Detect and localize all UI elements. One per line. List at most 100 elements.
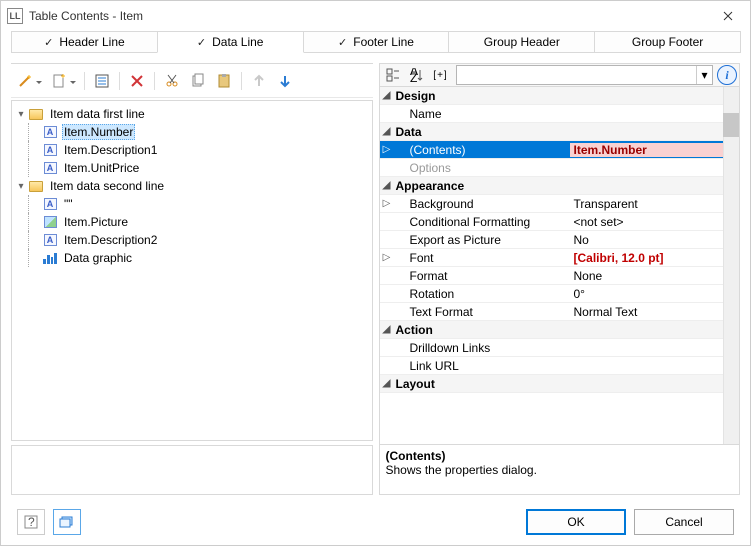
move-down-button[interactable] <box>273 69 297 93</box>
tab-footer-line[interactable]: Footer Line <box>303 31 450 53</box>
description-heading: (Contents) <box>386 449 734 463</box>
content-area: ▾ Item data first line A Item.Number A I… <box>1 53 750 499</box>
properties-button[interactable] <box>90 69 114 93</box>
prop-row[interactable]: ▷Font[Calibri, 12.0 pt] <box>380 249 724 267</box>
property-grid[interactable]: ◢Design Name ◢Data ▷(Contents)Item.Numbe… <box>379 87 741 445</box>
dropdown-icon[interactable]: ▾ <box>696 66 712 84</box>
new-item-button[interactable] <box>47 69 79 93</box>
prop-category[interactable]: ◢Appearance <box>380 177 724 195</box>
prop-row[interactable]: Name <box>380 105 724 123</box>
titlebar: LL Table Contents - Item <box>1 1 750 31</box>
page-sparkle-icon <box>51 73 67 89</box>
scrollbar[interactable] <box>723 87 739 444</box>
folder-icon <box>28 106 44 122</box>
tree-label: Item.Description1 <box>62 143 159 157</box>
tree-label: Item data second line <box>48 179 166 193</box>
copy-button[interactable] <box>186 69 210 93</box>
help-button[interactable]: ? <box>17 509 45 535</box>
new-magic-button[interactable] <box>13 69 45 93</box>
tree-item[interactable]: A "" <box>14 195 370 213</box>
move-up-button[interactable] <box>247 69 271 93</box>
prop-row[interactable]: Drilldown Links <box>380 339 724 357</box>
sort-az-icon: AZ <box>410 68 424 82</box>
tab-data-line[interactable]: Data Line <box>157 31 304 53</box>
delete-x-icon <box>129 73 145 89</box>
expand-icon[interactable]: ▷ <box>380 144 394 155</box>
collapse-icon[interactable]: ◢ <box>380 126 394 137</box>
separator <box>154 72 155 90</box>
folder-icon <box>28 178 44 194</box>
tree-item[interactable]: A Item.Number <box>14 123 370 141</box>
chart-icon <box>42 250 58 266</box>
info-button[interactable]: i <box>717 65 737 85</box>
wand-icon <box>17 73 33 89</box>
ok-button[interactable]: OK <box>526 509 626 535</box>
collapse-icon[interactable]: ◢ <box>380 324 394 335</box>
left-toolbar <box>11 64 373 98</box>
tab-label: Footer Line <box>353 35 414 49</box>
expand-icon[interactable]: ▷ <box>380 252 394 263</box>
help-icon: ? <box>23 514 39 530</box>
tree-group[interactable]: ▾ Item data first line <box>14 105 370 123</box>
cancel-button[interactable]: Cancel <box>634 509 734 535</box>
collapse-icon[interactable]: ▾ <box>14 109 28 120</box>
tab-label: Data Line <box>212 35 263 49</box>
right-pane: AZ [+] ▾ i ◢Design Name ◢Data ▷(Contents… <box>379 63 741 495</box>
layers-button[interactable] <box>53 509 81 535</box>
button-label: OK <box>567 515 584 529</box>
tab-group-header[interactable]: Group Header <box>448 31 595 53</box>
expand-button[interactable]: [+] <box>430 65 452 85</box>
tree-item[interactable]: Item.Picture <box>14 213 370 231</box>
tree-item[interactable]: A Item.Description2 <box>14 231 370 249</box>
cut-button[interactable] <box>160 69 184 93</box>
preview-box <box>11 445 373 495</box>
close-button[interactable] <box>706 1 750 31</box>
tree-group[interactable]: ▾ Item data second line <box>14 177 370 195</box>
property-search[interactable]: ▾ <box>456 65 714 85</box>
tab-label: Group Header <box>484 35 560 49</box>
tree-label: Item data first line <box>48 107 147 121</box>
prop-category[interactable]: ◢Design <box>380 87 724 105</box>
prop-row[interactable]: Link URL <box>380 357 724 375</box>
expand-icon[interactable]: ▷ <box>380 198 394 209</box>
tree-item[interactable]: A Item.Description1 <box>14 141 370 159</box>
tree-label: Item.UnitPrice <box>62 161 141 175</box>
tab-group-footer[interactable]: Group Footer <box>594 31 741 53</box>
delete-button[interactable] <box>125 69 149 93</box>
text-field-icon: A <box>42 142 58 158</box>
alphabetical-button[interactable]: AZ <box>406 65 428 85</box>
tree-item[interactable]: Data graphic <box>14 249 370 267</box>
close-icon <box>723 11 733 21</box>
text-field-icon: A <box>42 196 58 212</box>
prop-category[interactable]: ◢Data <box>380 123 724 141</box>
prop-row[interactable]: Rotation0° <box>380 285 724 303</box>
tree-label: Data graphic <box>62 251 134 265</box>
scissors-icon <box>164 73 180 89</box>
prop-row[interactable]: Export as PictureNo <box>380 231 724 249</box>
prop-row[interactable]: Conditional Formatting<not set> <box>380 213 724 231</box>
copy-icon <box>190 73 206 89</box>
separator <box>241 72 242 90</box>
description-pane: (Contents) Shows the properties dialog. <box>379 445 741 495</box>
tab-header-line[interactable]: Header Line <box>11 31 158 53</box>
description-body: Shows the properties dialog. <box>386 463 734 477</box>
collapse-icon[interactable]: ▾ <box>14 181 28 192</box>
categorized-button[interactable] <box>382 65 404 85</box>
tree-item[interactable]: A Item.UnitPrice <box>14 159 370 177</box>
svg-text:Z: Z <box>410 71 417 82</box>
prop-category[interactable]: ◢Action <box>380 321 724 339</box>
collapse-icon[interactable]: ◢ <box>380 180 394 191</box>
paste-button[interactable] <box>212 69 236 93</box>
prop-row[interactable]: Text FormatNormal Text <box>380 303 724 321</box>
collapse-icon[interactable]: ◢ <box>380 90 394 101</box>
collapse-icon[interactable]: ◢ <box>380 378 394 389</box>
prop-row-selected[interactable]: ▷(Contents)Item.Number <box>380 141 724 159</box>
prop-row[interactable]: ▷BackgroundTransparent <box>380 195 724 213</box>
prop-category[interactable]: ◢Layout <box>380 375 724 393</box>
prop-row[interactable]: Options <box>380 159 724 177</box>
prop-row[interactable]: FormatNone <box>380 267 724 285</box>
scroll-thumb[interactable] <box>723 113 739 137</box>
search-input[interactable] <box>457 66 697 84</box>
button-label: Cancel <box>665 515 702 529</box>
tree-view[interactable]: ▾ Item data first line A Item.Number A I… <box>11 100 373 441</box>
